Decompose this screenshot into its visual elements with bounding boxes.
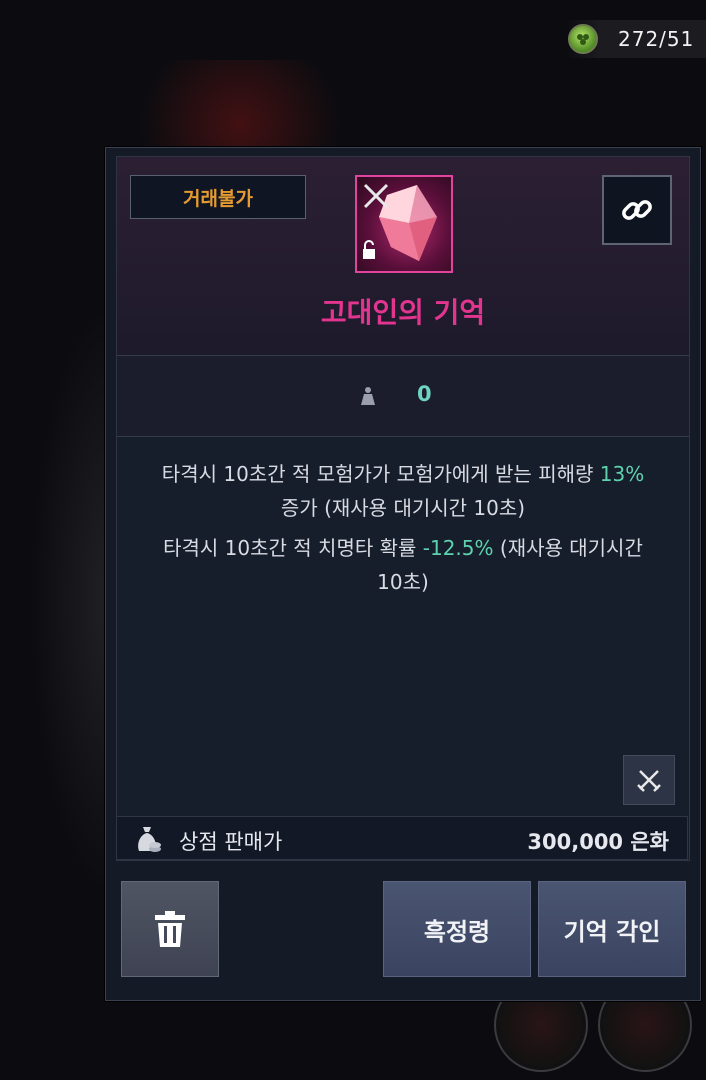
hud-counter: 272/51 (566, 20, 706, 58)
item-name: 고대인의 기억 (320, 296, 486, 329)
pink-crystal-icon (355, 175, 453, 273)
trade-status-badge: 거래불가 (130, 175, 306, 219)
crossed-swords-icon (637, 770, 661, 792)
description-line-2: 타격시 10초간 적 치명타 확률 -12.5% (재사용 대기시간 10초) (163, 536, 643, 594)
item-info-box: 거래불가 고대인의 기억 0 타격시 10초간 적 모험가가 모험가에게 받는 … (116, 156, 690, 861)
effect-value-1: 13% (599, 462, 645, 486)
crossed-swords-button[interactable] (623, 755, 675, 805)
item-stat-row: 0 (117, 356, 689, 437)
shop-price-row: 상점 판매가 300,000 은화 (116, 816, 688, 860)
weight-icon (361, 387, 375, 405)
item-header: 거래불가 고대인의 기억 (117, 157, 689, 356)
link-icon (622, 200, 652, 220)
effect-value-2: -12.5% (422, 536, 494, 560)
shop-price-value: 300,000 은화 (527, 830, 669, 854)
memory-engrave-button[interactable]: 기억 각인 (538, 881, 686, 977)
weight-value: 0 (417, 382, 432, 406)
delete-button[interactable] (121, 881, 219, 977)
description-line-1: 타격시 10초간 적 모험가가 모험가에게 받는 피해량 13% 증가 (재사용… (161, 462, 645, 520)
hud-counter-text: 272/51 (618, 27, 695, 51)
link-button[interactable] (602, 175, 672, 245)
black-spirit-button[interactable]: 흑정령 (383, 881, 531, 977)
item-detail-panel: 거래불가 고대인의 기억 0 타격시 10초간 적 모험가가 모험가에게 받는 … (105, 147, 701, 1001)
shop-price-label: 상점 판매가 (179, 830, 283, 854)
item-description: 타격시 10초간 적 모험가가 모험가에게 받는 피해량 13% 증가 (재사용… (157, 457, 649, 605)
clover-coin-icon (568, 24, 598, 54)
money-bag-icon (138, 827, 161, 852)
trash-icon (155, 911, 185, 947)
